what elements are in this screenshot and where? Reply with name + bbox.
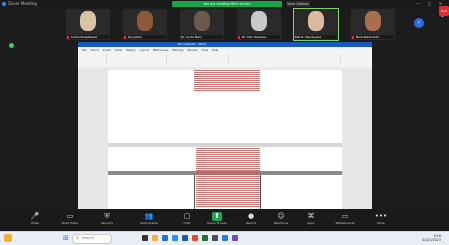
toolbar-label: More	[377, 221, 385, 225]
participant-name: Budi Rahmanto	[352, 35, 394, 39]
window-title: Zoom Meeting	[8, 1, 37, 6]
participant-tile[interactable]: Indira Puspitasari	[66, 9, 110, 40]
toolbar-label: Reactions	[273, 221, 289, 225]
participant-video	[308, 11, 324, 31]
toolbar-label: Record	[245, 221, 257, 225]
taskbar-search[interactable]: ⌕ Search	[72, 234, 112, 244]
toolbar-label: Mute	[31, 221, 39, 225]
participant-name: Dr. Andri Bani	[181, 35, 223, 39]
mic-muted-icon	[238, 36, 240, 39]
toolbar-record-button[interactable]: ● Record	[236, 212, 266, 225]
share-banner: You are viewing Mia's screen	[172, 1, 282, 7]
toolbar-label: Start Video	[61, 221, 79, 225]
search-icon: ⌕	[76, 235, 79, 241]
participant-video	[365, 11, 381, 31]
toolbar-reactions-button[interactable]: ☺ Reactions	[266, 212, 296, 225]
participant-tile[interactable]: Dr. Hari Santoso	[237, 9, 281, 40]
mic-muted-icon	[352, 36, 354, 39]
text-block	[194, 70, 260, 92]
end-meeting-button[interactable]: End	[439, 6, 449, 16]
app-icon[interactable]	[232, 235, 238, 241]
toolbar-more-button[interactable]: ••• More	[366, 212, 396, 225]
excel-taskbar-icon[interactable]	[202, 235, 208, 241]
mic-muted-icon	[67, 36, 69, 39]
document-title: Document1 - Word	[178, 42, 207, 46]
ribbon-group-clipboard	[82, 54, 107, 64]
page-break	[108, 143, 342, 147]
toolbar-start-video-button[interactable]: ▭ Start Video	[55, 212, 85, 225]
chat-icon: ▢	[183, 212, 191, 220]
toolbar-chat-button[interactable]: ▢ Chat	[172, 212, 202, 225]
shared-screen: Document1 - Word File Home Insert Draw D…	[78, 42, 372, 209]
participant-name: Indira Puspitasari	[67, 35, 109, 39]
participant-tile[interactable]: Dr. Andri Bani	[180, 9, 224, 40]
participant-tile[interactable]: Mia R. Hendayani	[293, 8, 339, 41]
chevron-right-icon[interactable]: ›	[414, 18, 424, 28]
participants-icon: 👥	[144, 212, 154, 220]
toolbar-apps-button[interactable]: ⌘ Apps	[296, 212, 326, 225]
mute-icon: 🎤	[30, 212, 40, 220]
toolbar-share-screen-button[interactable]: ⬆ Share Screen	[202, 212, 232, 225]
toolbar-label: Share Screen	[207, 221, 227, 225]
participant-name: Dr. Hari Santoso	[238, 35, 280, 39]
weather-icon[interactable]	[4, 234, 12, 242]
ribbon-group-paragraph	[168, 54, 229, 64]
edge-icon[interactable]	[162, 235, 168, 241]
toolbar-label: Whiteboards	[335, 221, 355, 225]
record-icon: ●	[247, 212, 255, 220]
document-canvas	[78, 70, 372, 209]
toolbar-label: Chat	[183, 221, 191, 225]
file-explorer-icon[interactable]	[152, 235, 158, 241]
toolbar-mute-button[interactable]: 🎤 Mute	[20, 212, 50, 225]
toolbar-participants-button[interactable]: 👥 Participants	[134, 212, 164, 225]
apps-icon: ⌘	[307, 212, 315, 220]
toolbar-security-button[interactable]: ⛨ Security	[92, 212, 122, 225]
participant-name: Mia R. Hendayani	[295, 35, 337, 39]
start-video-icon: ▭	[66, 212, 74, 220]
clock-date: 02/03/2023	[421, 238, 441, 242]
participant-video	[80, 11, 96, 31]
toolbar-label: Security	[100, 221, 114, 225]
windows-start-icon[interactable]: ⊞	[63, 235, 69, 242]
ribbon-tabs: File Home Insert Draw Design Layout Refe…	[82, 48, 219, 52]
reactions-icon: ☺	[277, 212, 285, 220]
table-cell-text	[196, 148, 260, 208]
zoom-logo-icon	[2, 2, 6, 6]
participant-video	[137, 11, 153, 31]
status-indicator	[9, 43, 14, 48]
table-divider	[260, 175, 261, 209]
ribbon-group-styles	[230, 54, 341, 64]
app-icon[interactable]	[212, 235, 218, 241]
participant-tile[interactable]: Ibu Julian	[123, 9, 167, 40]
share-screen-icon: ⬆	[212, 212, 222, 221]
app-icon[interactable]	[222, 235, 228, 241]
view-options-button[interactable]: View Options	[286, 1, 310, 7]
participant-gallery: Indira Puspitasari Ibu Julian Dr. Andri Ba…	[66, 8, 396, 41]
whiteboards-icon: ▭	[341, 212, 349, 220]
toolbar-whiteboards-button[interactable]: ▭ Whiteboards	[330, 212, 360, 225]
powerpoint-taskbar-icon[interactable]	[192, 235, 198, 241]
word-ribbon: File Home Insert Draw Design Layout Refe…	[78, 47, 372, 68]
zoom-taskbar-icon[interactable]	[172, 235, 178, 241]
security-icon: ⛨	[104, 212, 110, 220]
more-icon: •••	[374, 212, 388, 220]
participant-video	[194, 11, 210, 31]
table-divider	[194, 175, 195, 209]
participant-tile[interactable]: Budi Rahmanto	[351, 9, 395, 40]
ribbon-group-font	[108, 54, 167, 64]
mic-muted-icon	[124, 36, 126, 39]
toolbar-label: Apps	[307, 221, 315, 225]
task-view-icon[interactable]	[142, 235, 148, 241]
search-label: Search	[82, 236, 95, 240]
meeting-toolbar: 🎤 Mute ▭ Start Video ⛨ Security 👥 Participants ▢…	[0, 209, 449, 231]
word-taskbar-icon[interactable]	[182, 235, 188, 241]
participant-video	[251, 11, 267, 31]
system-tray[interactable]: 9:18 02/03/2023	[422, 234, 441, 242]
toolbar-label: Participants	[140, 221, 158, 225]
participant-name: Ibu Julian	[124, 35, 166, 39]
document-page	[108, 70, 342, 209]
windows-taskbar: ⊞ ⌕ Search 9:18 02/03/2023	[0, 231, 449, 245]
